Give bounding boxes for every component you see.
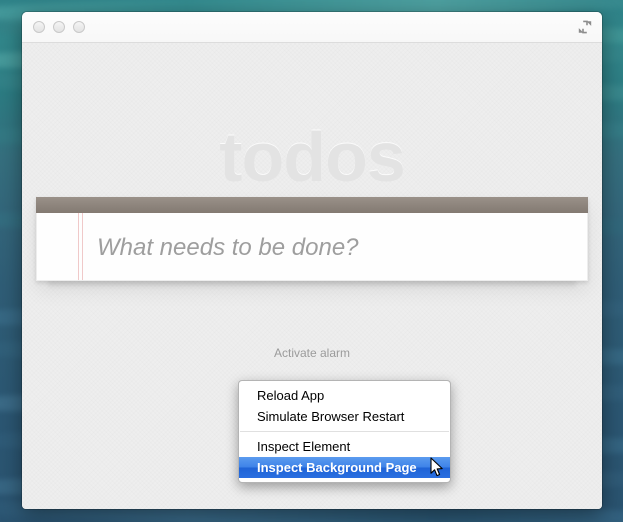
- menu-item-simulate-browser-restart[interactable]: Simulate Browser Restart: [239, 406, 450, 427]
- notebook-margin-rule: [78, 213, 79, 280]
- minimize-button[interactable]: [53, 21, 65, 33]
- desktop-wallpaper: todos Activate alarm Reload App Simulate…: [0, 0, 623, 522]
- app-page: todos Activate alarm Reload App Simulate…: [22, 43, 602, 509]
- traffic-lights: [33, 21, 85, 33]
- toggle-all-bar[interactable]: [36, 197, 588, 213]
- window-titlebar[interactable]: [22, 12, 602, 43]
- new-todo-wrapper: [36, 213, 588, 281]
- page-title: todos: [22, 117, 602, 197]
- close-button[interactable]: [33, 21, 45, 33]
- menu-item-inspect-element[interactable]: Inspect Element: [239, 436, 450, 457]
- notebook-margin-rule: [82, 213, 83, 280]
- new-todo-card: [36, 197, 588, 281]
- menu-item-reload-app[interactable]: Reload App: [239, 385, 450, 406]
- zoom-button[interactable]: [73, 21, 85, 33]
- context-menu: Reload App Simulate Browser Restart Insp…: [238, 380, 451, 483]
- menu-item-inspect-background-page[interactable]: Inspect Background Page: [239, 457, 450, 478]
- fullscreen-expand-icon[interactable]: [576, 18, 594, 36]
- new-todo-input[interactable]: [95, 213, 575, 283]
- app-window: todos Activate alarm Reload App Simulate…: [22, 12, 602, 509]
- menu-separator: [240, 431, 449, 432]
- activate-alarm-link[interactable]: Activate alarm: [22, 346, 602, 360]
